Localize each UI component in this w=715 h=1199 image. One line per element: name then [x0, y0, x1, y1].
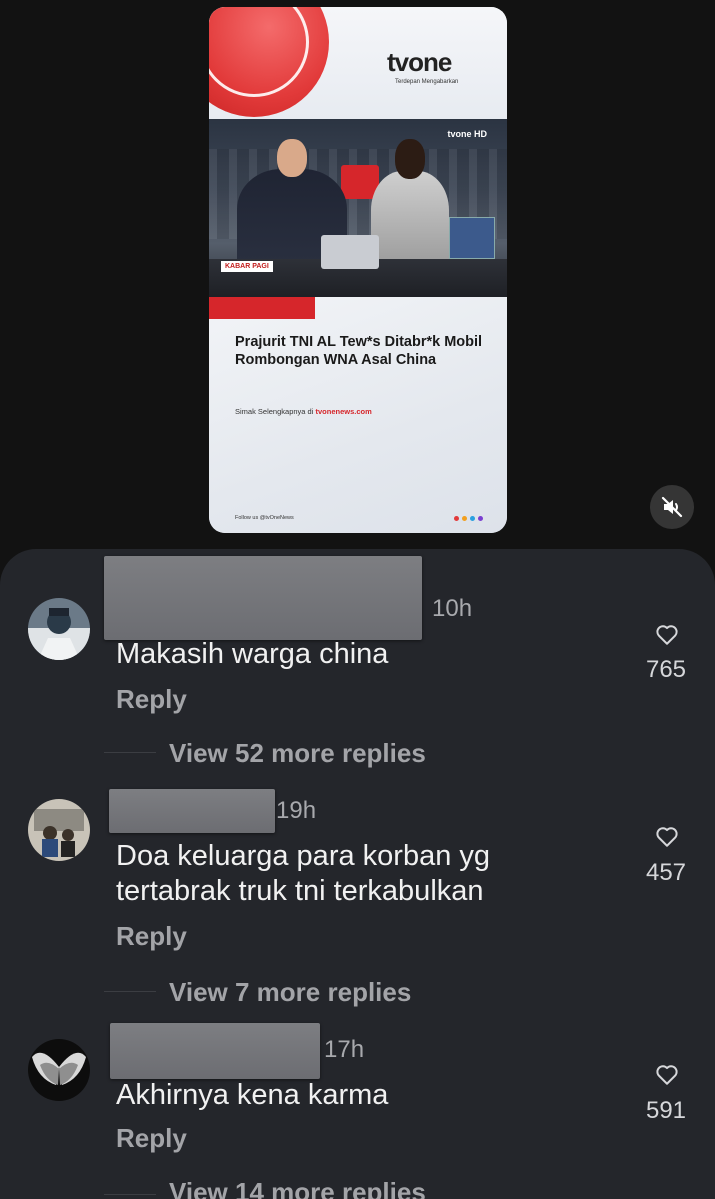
reply-button[interactable]: Reply [116, 921, 187, 952]
redacted-username [110, 1023, 320, 1079]
avatar-image [28, 1039, 90, 1101]
video-player[interactable]: tvone Terdepan Mengabarkan tvone HD KABA… [209, 7, 507, 533]
female-anchor [371, 139, 449, 269]
comment-text: Doa keluarga para korban yg tertabrak tr… [116, 840, 491, 907]
mute-button[interactable] [650, 485, 694, 529]
reply-button[interactable]: Reply [116, 684, 187, 715]
reply-button[interactable]: Reply [116, 1123, 187, 1154]
brand-text: tvone [387, 47, 452, 77]
avatar[interactable] [28, 799, 90, 861]
like-count: 591 [645, 1097, 687, 1124]
simak-site: tvonenews.com [315, 407, 372, 416]
redacted-username [104, 556, 422, 640]
studio-logo: tvone HD [447, 129, 487, 139]
sign-language-interpreter [449, 217, 495, 259]
video-headline: Prajurit TNI AL Tew*s Ditabr*k Mobil Rom… [235, 334, 483, 368]
program-badge: KABAR PAGI [221, 261, 273, 272]
follow-us: Follow us @tvOneNews [235, 515, 294, 521]
view-more-replies[interactable]: View 14 more replies [169, 1177, 426, 1199]
laptop [321, 235, 379, 269]
headline-panel: Prajurit TNI AL Tew*s Ditabr*k Mobil Rom… [209, 297, 507, 533]
brand-dots [454, 516, 483, 521]
redacted-username [109, 789, 275, 833]
like-heart-icon[interactable] [654, 1061, 680, 1087]
avatar[interactable] [28, 598, 90, 660]
screen: tvone Terdepan Mengabarkan tvone HD KABA… [0, 0, 715, 1199]
avatar[interactable] [28, 1039, 90, 1101]
like-count: 457 [645, 859, 687, 886]
simak-line: Simak Selengkapnya di tvonenews.com [235, 407, 372, 416]
replies-divider [104, 1194, 156, 1195]
news-studio-scene: tvone HD KABAR PAGI [209, 119, 507, 297]
like-heart-icon[interactable] [654, 621, 680, 647]
comment-text: Makasih warga china [116, 638, 389, 670]
like-count: 765 [645, 656, 687, 683]
comment-text: Akhirnya kena karma [116, 1079, 389, 1111]
avatar-image [28, 799, 90, 861]
brand-tagline: Terdepan Mengabarkan [395, 79, 459, 85]
replies-divider [104, 991, 156, 992]
video-top-banner: tvone Terdepan Mengabarkan [209, 7, 507, 119]
comment-time: 19h [276, 797, 317, 824]
like-heart-icon[interactable] [654, 823, 680, 849]
comment-time: 10h [432, 595, 473, 622]
view-more-replies[interactable]: View 52 more replies [169, 738, 426, 769]
avatar-image [28, 598, 90, 660]
replies-divider [104, 752, 156, 753]
comment-time: 17h [324, 1036, 365, 1063]
speaker-muted-icon [661, 496, 683, 518]
red-accent-bar [209, 297, 315, 319]
simak-prefix: Simak Selengkapnya di [235, 407, 314, 416]
tvone-logo: tvone [387, 47, 452, 78]
comments-sheet: 10h Makasih warga china Reply 765 View 5… [0, 549, 715, 1199]
view-more-replies[interactable]: View 7 more replies [169, 977, 411, 1008]
